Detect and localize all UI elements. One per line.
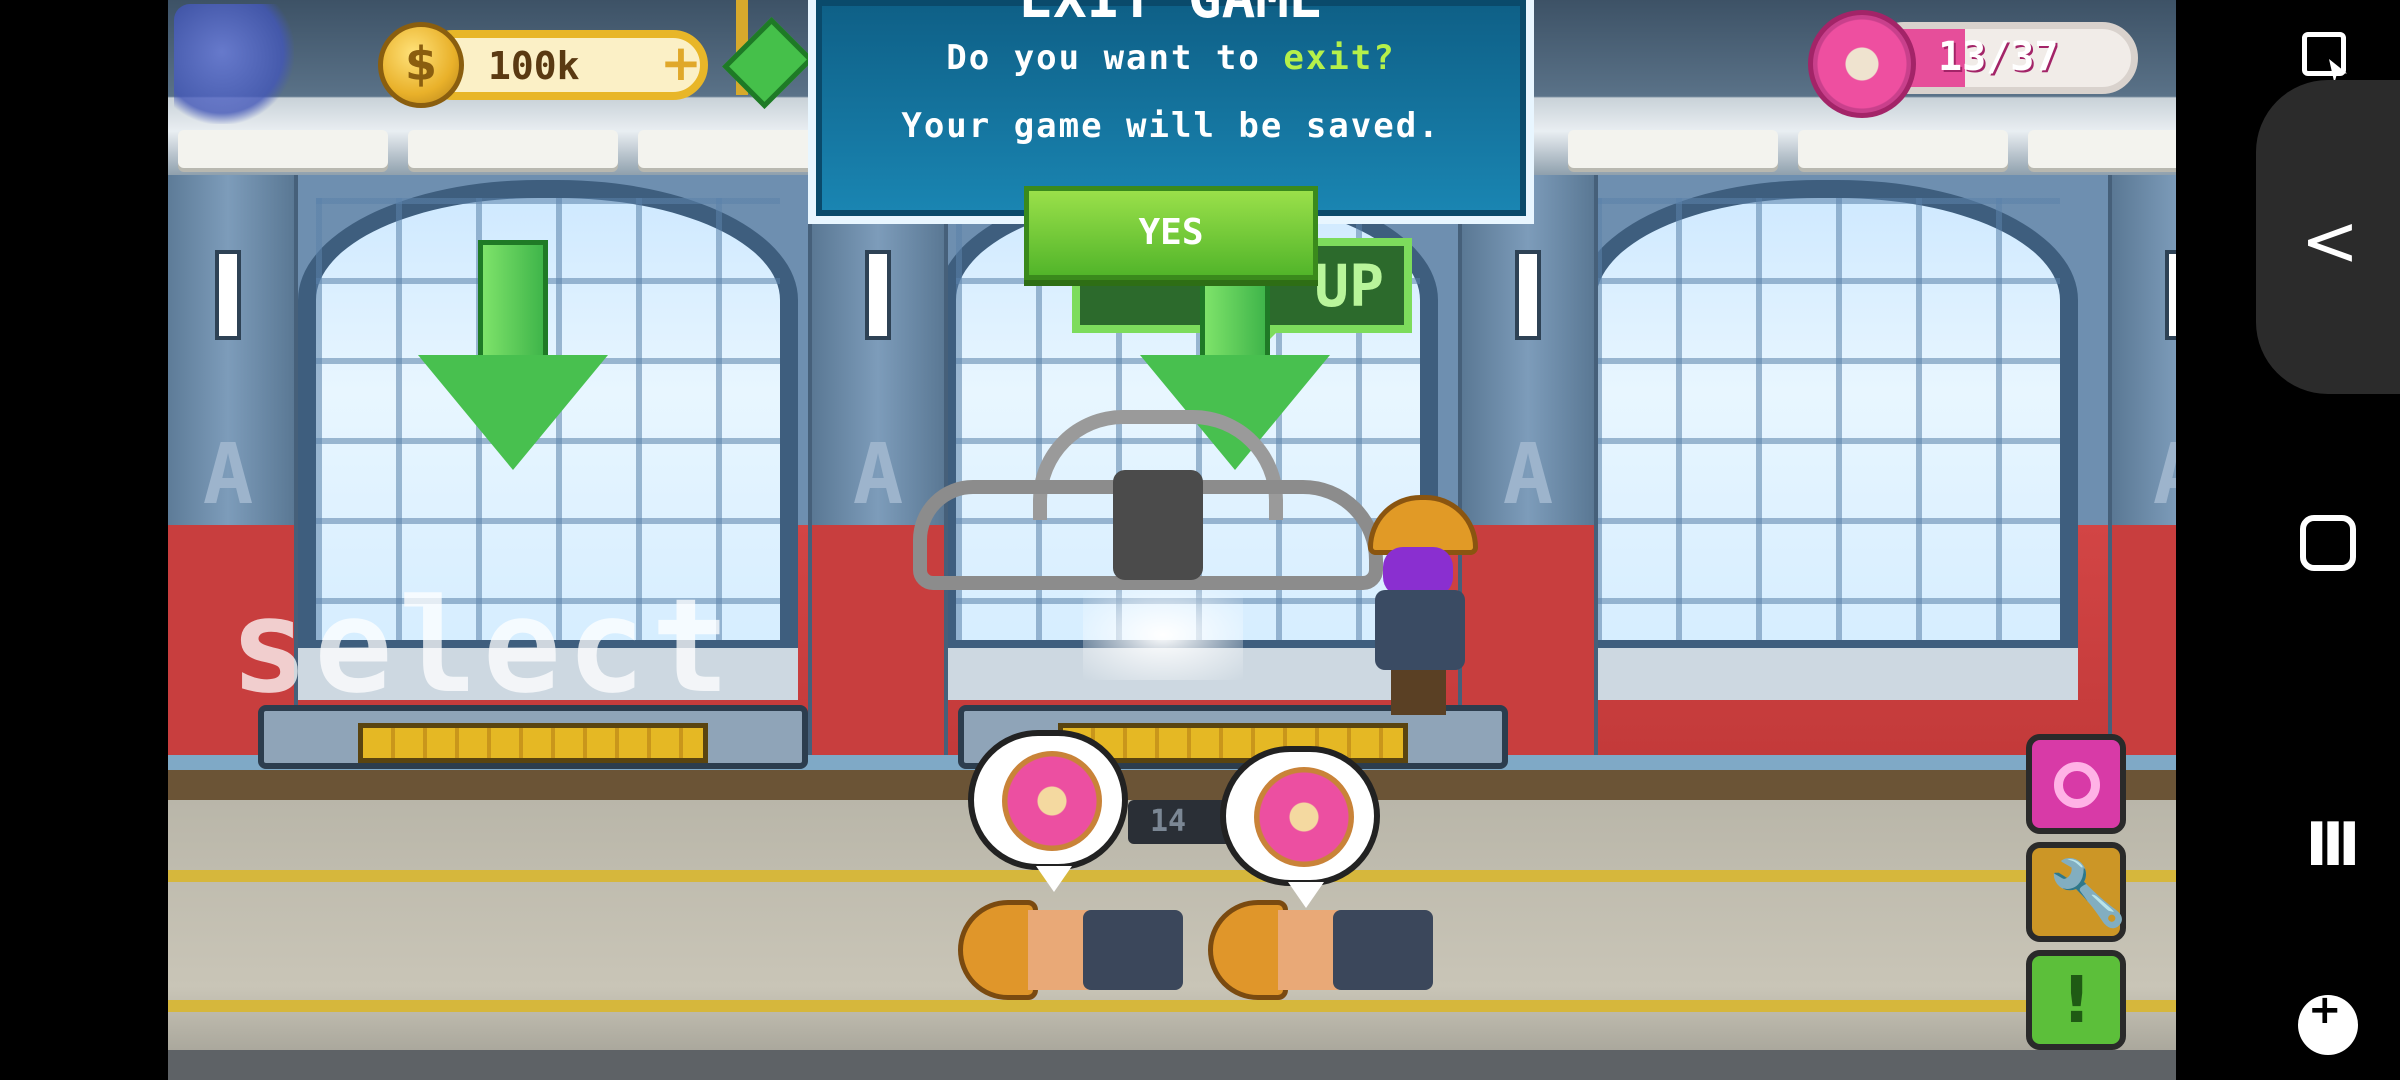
ceiling-light xyxy=(408,130,618,168)
game-tools-icon[interactable] xyxy=(2298,987,2358,1055)
alert-button[interactable]: ! xyxy=(2026,950,2126,1050)
factory-window xyxy=(1578,180,2078,700)
ceiling-light xyxy=(1798,130,2008,168)
ceiling-light xyxy=(1568,130,1778,168)
donut-shop-button[interactable] xyxy=(2026,734,2126,834)
coin-icon: $ xyxy=(378,22,464,108)
screen-capture-icon[interactable] xyxy=(2302,32,2346,76)
donut-counter[interactable]: 13/37 xyxy=(1808,10,2138,118)
donut-request-bubble[interactable] xyxy=(968,730,1128,892)
back-button[interactable]: < xyxy=(2290,200,2370,282)
worker-lying[interactable] xyxy=(958,880,1188,1010)
ring-icon xyxy=(2054,762,2100,808)
home-button[interactable] xyxy=(2300,515,2356,571)
pillar: A xyxy=(2108,175,2176,755)
ceiling-light xyxy=(2028,130,2176,168)
dialog-message: Your game will be saved. xyxy=(901,106,1441,146)
upgrade-button[interactable]: 🔧 xyxy=(2026,842,2128,942)
select-label: select xyxy=(230,570,736,722)
donut-count: 13/37 xyxy=(1938,34,2059,80)
recent-apps-button[interactable]: III xyxy=(2290,810,2370,880)
money-counter[interactable]: $ 100k + xyxy=(378,22,708,108)
donut-icon xyxy=(1254,767,1354,867)
dialog-question: Do you want to exit? xyxy=(946,38,1396,78)
left-letterbox xyxy=(0,0,168,1080)
yes-button[interactable]: YES xyxy=(1024,186,1318,280)
car-frame[interactable] xyxy=(913,410,1433,680)
game-viewport[interactable]: A A A A UP select 14 xyxy=(168,0,2176,1080)
down-arrow-icon[interactable] xyxy=(418,240,608,470)
donut-icon xyxy=(1002,751,1102,851)
profile-blob-icon[interactable] xyxy=(174,4,294,124)
donut-request-bubble[interactable] xyxy=(1220,746,1380,908)
exclamation-icon: ! xyxy=(2062,964,2092,1038)
ceiling-light xyxy=(178,130,388,168)
wrench-icon: 🔧 xyxy=(2048,857,2128,931)
pillar: A xyxy=(1458,175,1598,755)
worker-standing[interactable] xyxy=(1363,495,1478,715)
donut-icon xyxy=(1808,10,1916,118)
dialog-title: EXIT GAME xyxy=(816,0,1526,31)
money-value: 100k xyxy=(488,44,580,88)
add-money-button[interactable]: + xyxy=(660,34,702,92)
